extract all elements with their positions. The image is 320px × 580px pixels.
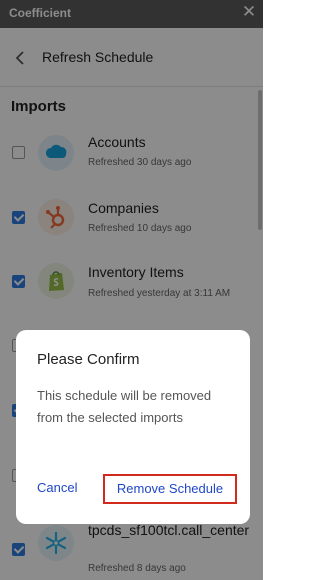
confirm-dialog: Please Confirm This schedule will be rem… bbox=[16, 330, 250, 524]
cancel-button[interactable]: Cancel bbox=[37, 480, 77, 495]
remove-schedule-button[interactable]: Remove Schedule bbox=[103, 474, 237, 504]
dialog-message: This schedule will be removed from the s… bbox=[37, 388, 212, 425]
dialog-title: Please Confirm bbox=[37, 351, 140, 368]
